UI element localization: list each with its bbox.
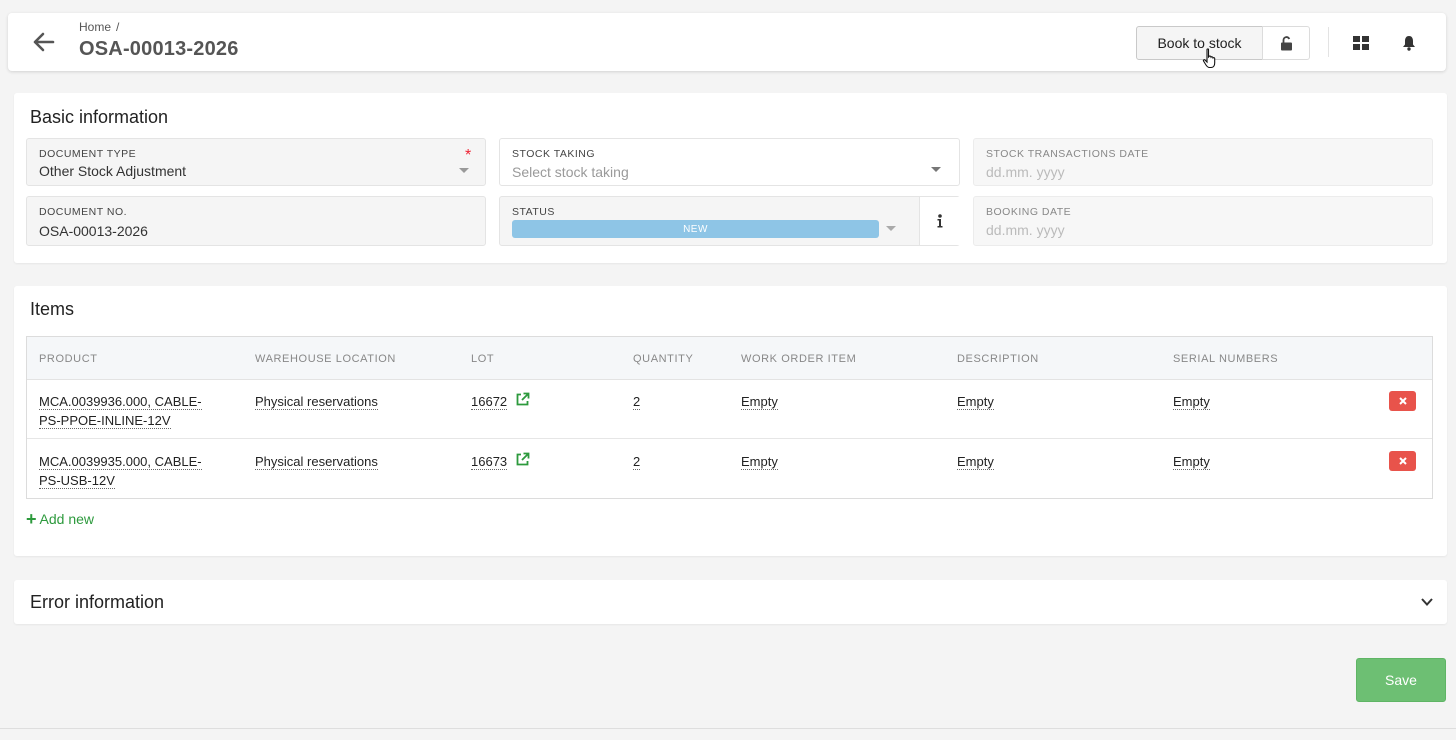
stock-transactions-date-label: STOCK TRANSACTIONS DATE [986,148,1149,160]
breadcrumb-home[interactable]: Home [79,20,111,34]
description-value: Empty [957,454,994,470]
external-link-icon[interactable] [515,452,530,467]
column-header-lot: LOT [471,353,495,365]
warehouse-location-cell[interactable]: Physical reservations [255,452,378,471]
lot-value: 16672 [471,394,508,410]
lot-value: 16673 [471,454,508,470]
quantity-cell[interactable]: 2 [633,392,641,411]
page-title: OSA-00013-2026 [79,38,239,60]
stock-taking-placeholder: Select stock taking [512,164,629,180]
status-select[interactable]: STATUS NEW [499,196,960,246]
document-type-value: Other Stock Adjustment [39,163,187,179]
items-title: Items [30,299,75,319]
warehouse-location-value: Physical reservations [255,394,378,410]
basic-information-title: Basic information [30,107,169,127]
product-line-2: PS-USB-12V [39,473,115,489]
info-icon [937,214,943,228]
document-type-select[interactable]: DOCUMENT TYPE Other Stock Adjustment * [26,138,486,186]
booking-date-label: BOOKING DATE [986,206,1072,218]
book-to-stock-button[interactable]: Book to stock [1136,26,1263,60]
warehouse-location-value: Physical reservations [255,454,378,470]
top-bar: Home / OSA-00013-2026 Book to stock [8,13,1446,71]
close-icon [1398,397,1407,405]
stock-taking-select[interactable]: STOCK TAKING Select stock taking [499,138,960,186]
unlock-icon [1280,35,1292,50]
chevron-down-icon [886,226,896,231]
plus-icon: + [26,509,37,529]
delete-row-button[interactable] [1389,391,1416,411]
chevron-down-icon[interactable] [1420,596,1434,608]
product-line-2: PS-PPOE-INLINE-12V [39,413,171,429]
status-label: STATUS [512,206,555,218]
error-information-title: Error information [30,592,165,612]
bell-icon [1403,36,1415,51]
work-order-item-cell[interactable]: Empty [741,452,778,471]
mouse-cursor-icon [1202,48,1216,69]
column-header-serial-numbers: SERIAL NUMBERS [1173,353,1279,365]
serial-numbers-value: Empty [1173,394,1210,410]
column-header-product: PRODUCT [39,353,98,365]
required-marker: * [465,147,472,164]
notifications-button[interactable] [1396,30,1422,56]
quantity-value: 2 [633,454,641,470]
work-order-item-value: Empty [741,454,778,470]
items-card: Items PRODUCT WAREHOUSE LOCATION LOT QUA… [14,286,1447,556]
description-value: Empty [957,394,994,410]
stock-transactions-date-field[interactable]: STOCK TRANSACTIONS DATE dd.mm. yyyy [973,138,1433,186]
quantity-value: 2 [633,394,641,410]
toolbar-divider [1328,27,1329,57]
booking-date-placeholder: dd.mm. yyyy [986,222,1065,238]
close-icon [1398,457,1407,465]
warehouse-location-cell[interactable]: Physical reservations [255,392,378,411]
description-cell[interactable]: Empty [957,392,994,411]
breadcrumb: Home / [79,20,119,34]
table-row: MCA.0039936.000, CABLE- PS-PPOE-INLINE-1… [27,380,1432,439]
back-button[interactable] [32,31,58,53]
document-no-field[interactable]: DOCUMENT NO. OSA-00013-2026 [26,196,486,246]
product-cell[interactable]: MCA.0039936.000, CABLE- PS-PPOE-INLINE-1… [39,392,202,430]
document-no-label: DOCUMENT NO. [39,206,128,218]
serial-numbers-value: Empty [1173,454,1210,470]
arrow-left-icon [33,32,55,52]
description-cell[interactable]: Empty [957,452,994,471]
basic-information-card: Basic information DOCUMENT TYPE Other St… [14,93,1447,263]
items-table: PRODUCT WAREHOUSE LOCATION LOT QUANTITY … [26,336,1433,499]
add-new-label: Add new [39,511,94,527]
save-button[interactable]: Save [1356,658,1446,702]
breadcrumb-separator: / [116,20,120,34]
column-header-work-order-item: WORK ORDER ITEM [741,353,857,365]
chevron-down-icon [931,167,941,172]
stock-transactions-date-placeholder: dd.mm. yyyy [986,164,1065,180]
delete-row-button[interactable] [1389,451,1416,471]
document-type-label: DOCUMENT TYPE [39,148,137,160]
status-info-button[interactable] [919,197,960,245]
work-order-item-value: Empty [741,394,778,410]
column-header-description: DESCRIPTION [957,353,1039,365]
table-header: PRODUCT WAREHOUSE LOCATION LOT QUANTITY … [27,337,1432,380]
document-no-value: OSA-00013-2026 [39,223,148,239]
status-badge: NEW [512,220,879,238]
unlock-button[interactable] [1262,26,1310,60]
quantity-cell[interactable]: 2 [633,452,641,471]
external-link-icon[interactable] [515,392,530,407]
apps-button[interactable] [1348,30,1374,56]
lot-cell[interactable]: 16673 [471,452,508,471]
product-line-1: MCA.0039936.000, CABLE- [39,394,202,410]
stock-taking-label: STOCK TAKING [512,148,596,160]
work-order-item-cell[interactable]: Empty [741,392,778,411]
grid-icon [1353,36,1369,50]
lot-cell[interactable]: 16672 [471,392,508,411]
error-information-card[interactable]: Error information [14,580,1447,624]
table-row: MCA.0039935.000, CABLE- PS-USB-12V Physi… [27,440,1432,499]
product-line-1: MCA.0039935.000, CABLE- [39,454,202,470]
product-cell[interactable]: MCA.0039935.000, CABLE- PS-USB-12V [39,452,202,490]
column-header-warehouse-location: WAREHOUSE LOCATION [255,353,396,365]
serial-numbers-cell[interactable]: Empty [1173,452,1210,471]
chevron-down-icon [459,168,469,173]
column-header-quantity: QUANTITY [633,353,694,365]
booking-date-field[interactable]: BOOKING DATE dd.mm. yyyy [973,196,1433,246]
footer-divider [0,728,1456,729]
add-new-button[interactable]: + Add new [26,509,94,529]
serial-numbers-cell[interactable]: Empty [1173,392,1210,411]
